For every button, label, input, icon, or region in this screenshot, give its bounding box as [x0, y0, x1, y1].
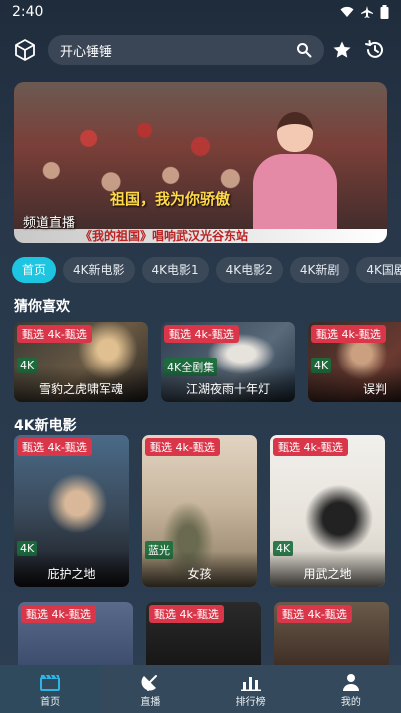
section-title-new-movies: 4K新电影: [14, 418, 77, 434]
media-card[interactable]: 甄选 4k-甄选 4K 庇护之地: [14, 435, 129, 587]
card-title: 女孩: [142, 551, 257, 587]
card-title: 江湖夜雨十年灯: [161, 366, 295, 402]
badge-label: 甄选 4k-甄选: [273, 438, 348, 456]
nav-label: 首页: [40, 696, 61, 708]
clapperboard-icon: [39, 671, 61, 693]
card-title: 误判: [308, 366, 401, 402]
badge-label: 甄选 4k-甄选: [17, 325, 92, 343]
top-bar: [10, 34, 391, 66]
badge-label: 甄选 4k-甄选: [277, 605, 352, 623]
hero-banner[interactable]: 祖国，我为你骄傲 《我的祖国》唱响武汉光谷东站 频道直播: [14, 82, 387, 243]
banner-caption: 祖国，我为你骄傲: [110, 190, 231, 208]
card-title: 庇护之地: [14, 551, 129, 587]
badge-label: 甄选 4k-甄选: [149, 605, 224, 623]
badge-label: 甄选 4k-甄选: [145, 438, 220, 456]
section-title-guess: 猜你喜欢: [14, 299, 70, 315]
cube-icon[interactable]: [10, 35, 40, 65]
nav-ranking[interactable]: 排行榜: [201, 665, 301, 713]
nav-home[interactable]: 首页: [0, 665, 101, 713]
banner-ticker: 《我的祖国》唱响武汉光谷东站: [14, 229, 387, 243]
media-card[interactable]: 甄选 4k-甄选 4K 雪豹之虎啸军魂: [14, 322, 148, 402]
tab-4k-new-movies[interactable]: 4K新电影: [63, 257, 135, 283]
card-title: 雪豹之虎啸军魂: [14, 366, 148, 402]
tab-home[interactable]: 首页: [12, 257, 57, 283]
banner-tag: 频道直播: [23, 216, 76, 231]
media-card[interactable]: 甄选 4k-甄选 4K 用武之地: [270, 435, 385, 587]
satellite-dish-icon: [140, 671, 160, 693]
battery-icon: [380, 5, 389, 19]
nav-label: 直播: [140, 696, 161, 708]
favorites-button[interactable]: [327, 35, 357, 65]
badge-label: 甄选 4k-甄选: [21, 605, 96, 623]
airplane-icon: [361, 6, 373, 18]
guess-row: 甄选 4k-甄选 4K 雪豹之虎啸军魂 甄选 4k-甄选 4K全剧集 江湖夜雨十…: [14, 322, 401, 402]
media-card[interactable]: 甄选 4k-甄选 蓝光 女孩: [142, 435, 257, 587]
media-card[interactable]: 甄选 4k-甄选 4K全剧集 江湖夜雨十年灯: [161, 322, 295, 402]
media-card[interactable]: 甄选 4k-甄选: [146, 602, 261, 672]
tab-4k-movies-2[interactable]: 4K电影2: [215, 257, 283, 283]
bottom-nav: 首页 直播 排行榜 我的: [0, 665, 401, 713]
nav-live[interactable]: 直播: [100, 665, 200, 713]
category-tabs: 首页 4K新电影 4K电影1 4K电影2 4K新剧 4K国剧: [12, 257, 401, 283]
nav-label: 排行榜: [235, 696, 266, 708]
tab-4k-movies-1[interactable]: 4K电影1: [141, 257, 209, 283]
bar-chart-icon: [240, 671, 261, 693]
tab-4k-domestic-series[interactable]: 4K国剧: [356, 257, 401, 283]
history-icon: [365, 40, 383, 58]
person-icon: [342, 671, 360, 693]
media-card[interactable]: 甄选 4k-甄选 4K 误判: [308, 322, 401, 402]
badge-label: 甄选 4k-甄选: [311, 325, 386, 343]
status-time: 2:40: [12, 4, 44, 20]
badge-label: 甄选 4k-甄选: [164, 325, 239, 343]
history-button[interactable]: [360, 35, 390, 65]
card-title: 用武之地: [270, 551, 385, 587]
media-card[interactable]: 甄选 4k-甄选: [274, 602, 389, 672]
star-icon: [333, 41, 351, 58]
new-movies-row: 甄选 4k-甄选 4K 庇护之地 甄选 4k-甄选 蓝光 女孩 甄选 4k-甄选…: [14, 435, 401, 587]
news-anchor-image: [253, 112, 337, 243]
nav-label: 我的: [340, 696, 361, 708]
search-icon[interactable]: [296, 42, 312, 58]
search-input[interactable]: [60, 42, 296, 58]
wifi-icon: [340, 6, 354, 17]
badge-label: 甄选 4k-甄选: [17, 438, 92, 456]
nav-mine[interactable]: 我的: [301, 665, 401, 713]
status-bar: 2:40: [0, 0, 401, 24]
media-card[interactable]: 甄选 4k-甄选: [18, 602, 133, 672]
more-movies-row: 甄选 4k-甄选 甄选 4k-甄选 甄选 4k-甄选: [18, 602, 401, 672]
search-box[interactable]: [48, 35, 324, 65]
tab-4k-new-series[interactable]: 4K新剧: [289, 257, 350, 283]
